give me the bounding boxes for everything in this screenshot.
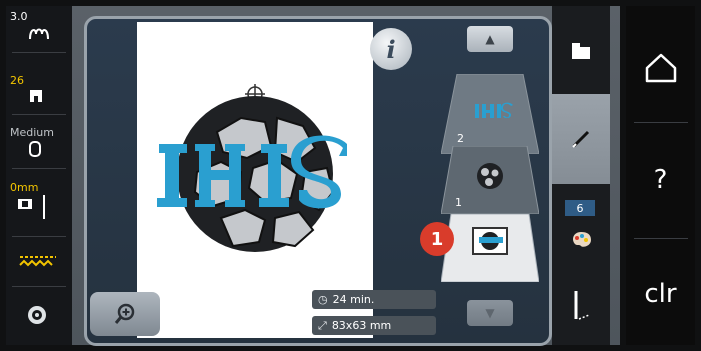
layer-2-number: 2 bbox=[457, 132, 464, 145]
presser-foot-icon[interactable] bbox=[28, 88, 44, 108]
folder-icon bbox=[572, 43, 590, 59]
divider bbox=[634, 122, 688, 123]
navigation-column: ? clr bbox=[626, 6, 695, 345]
clock-icon: ◷ bbox=[318, 293, 328, 306]
open-folder-button[interactable] bbox=[552, 16, 610, 86]
presser-foot-number: 26 bbox=[10, 74, 24, 87]
bobbin-icon[interactable] bbox=[26, 304, 48, 330]
color-button[interactable] bbox=[552, 220, 610, 260]
info-icon: i bbox=[386, 34, 396, 64]
thread-weight-label: Medium bbox=[10, 126, 54, 139]
clear-button[interactable]: clr bbox=[626, 246, 695, 342]
combined-layer-tile[interactable] bbox=[441, 214, 539, 282]
pen-edit-icon bbox=[572, 130, 590, 148]
home-button[interactable] bbox=[626, 20, 695, 116]
help-button[interactable]: ? bbox=[626, 128, 695, 232]
divider bbox=[12, 286, 66, 287]
home-icon bbox=[645, 53, 676, 83]
layer-1-number: 1 bbox=[455, 196, 462, 209]
divider bbox=[12, 168, 66, 169]
design-size-readout: ⤢ 83x63 mm bbox=[312, 316, 436, 335]
thread-weight-icon[interactable] bbox=[28, 140, 42, 162]
stitch-time: 24 min. bbox=[332, 293, 375, 306]
info-button[interactable]: i bbox=[370, 28, 412, 70]
stitch-time-readout: ◷ 24 min. bbox=[312, 290, 436, 309]
design-size: 83x63 mm bbox=[331, 319, 392, 332]
feed-dog-icon[interactable] bbox=[18, 254, 58, 272]
arrow-down-icon: ▼ bbox=[485, 306, 495, 320]
needle-position-icon[interactable] bbox=[18, 195, 58, 223]
offset-value: 0mm bbox=[10, 181, 39, 194]
scroll-up-button[interactable]: ▲ bbox=[467, 26, 513, 52]
callout-badge: 1 bbox=[420, 222, 454, 256]
status-sidebar: 3.0 26 Medium 0mm bbox=[6, 6, 72, 345]
divider bbox=[634, 238, 688, 239]
stitch-button[interactable] bbox=[552, 276, 610, 336]
divider bbox=[12, 236, 66, 237]
scroll-down-button[interactable]: ▼ bbox=[467, 300, 513, 326]
stitch-icon bbox=[574, 291, 590, 320]
zoom-button[interactable] bbox=[90, 292, 160, 336]
edit-button[interactable] bbox=[552, 94, 610, 184]
zoom-icon bbox=[114, 303, 135, 324]
divider bbox=[12, 52, 66, 53]
tension-value: 3.0 bbox=[10, 10, 28, 23]
color-count: 6 bbox=[565, 200, 595, 216]
divider bbox=[12, 114, 66, 115]
embroidery-screen: 3.0 26 Medium 0mm i ◷ 24 min. ⤢ 83x63 mm… bbox=[0, 0, 701, 351]
layer-2-tile[interactable] bbox=[441, 74, 539, 154]
dimensions-icon: ⤢ bbox=[318, 318, 327, 332]
palette-icon bbox=[573, 232, 591, 247]
frame-tension-icon[interactable] bbox=[28, 24, 50, 46]
tool-column bbox=[552, 6, 610, 345]
arrow-up-icon: ▲ bbox=[485, 32, 495, 46]
